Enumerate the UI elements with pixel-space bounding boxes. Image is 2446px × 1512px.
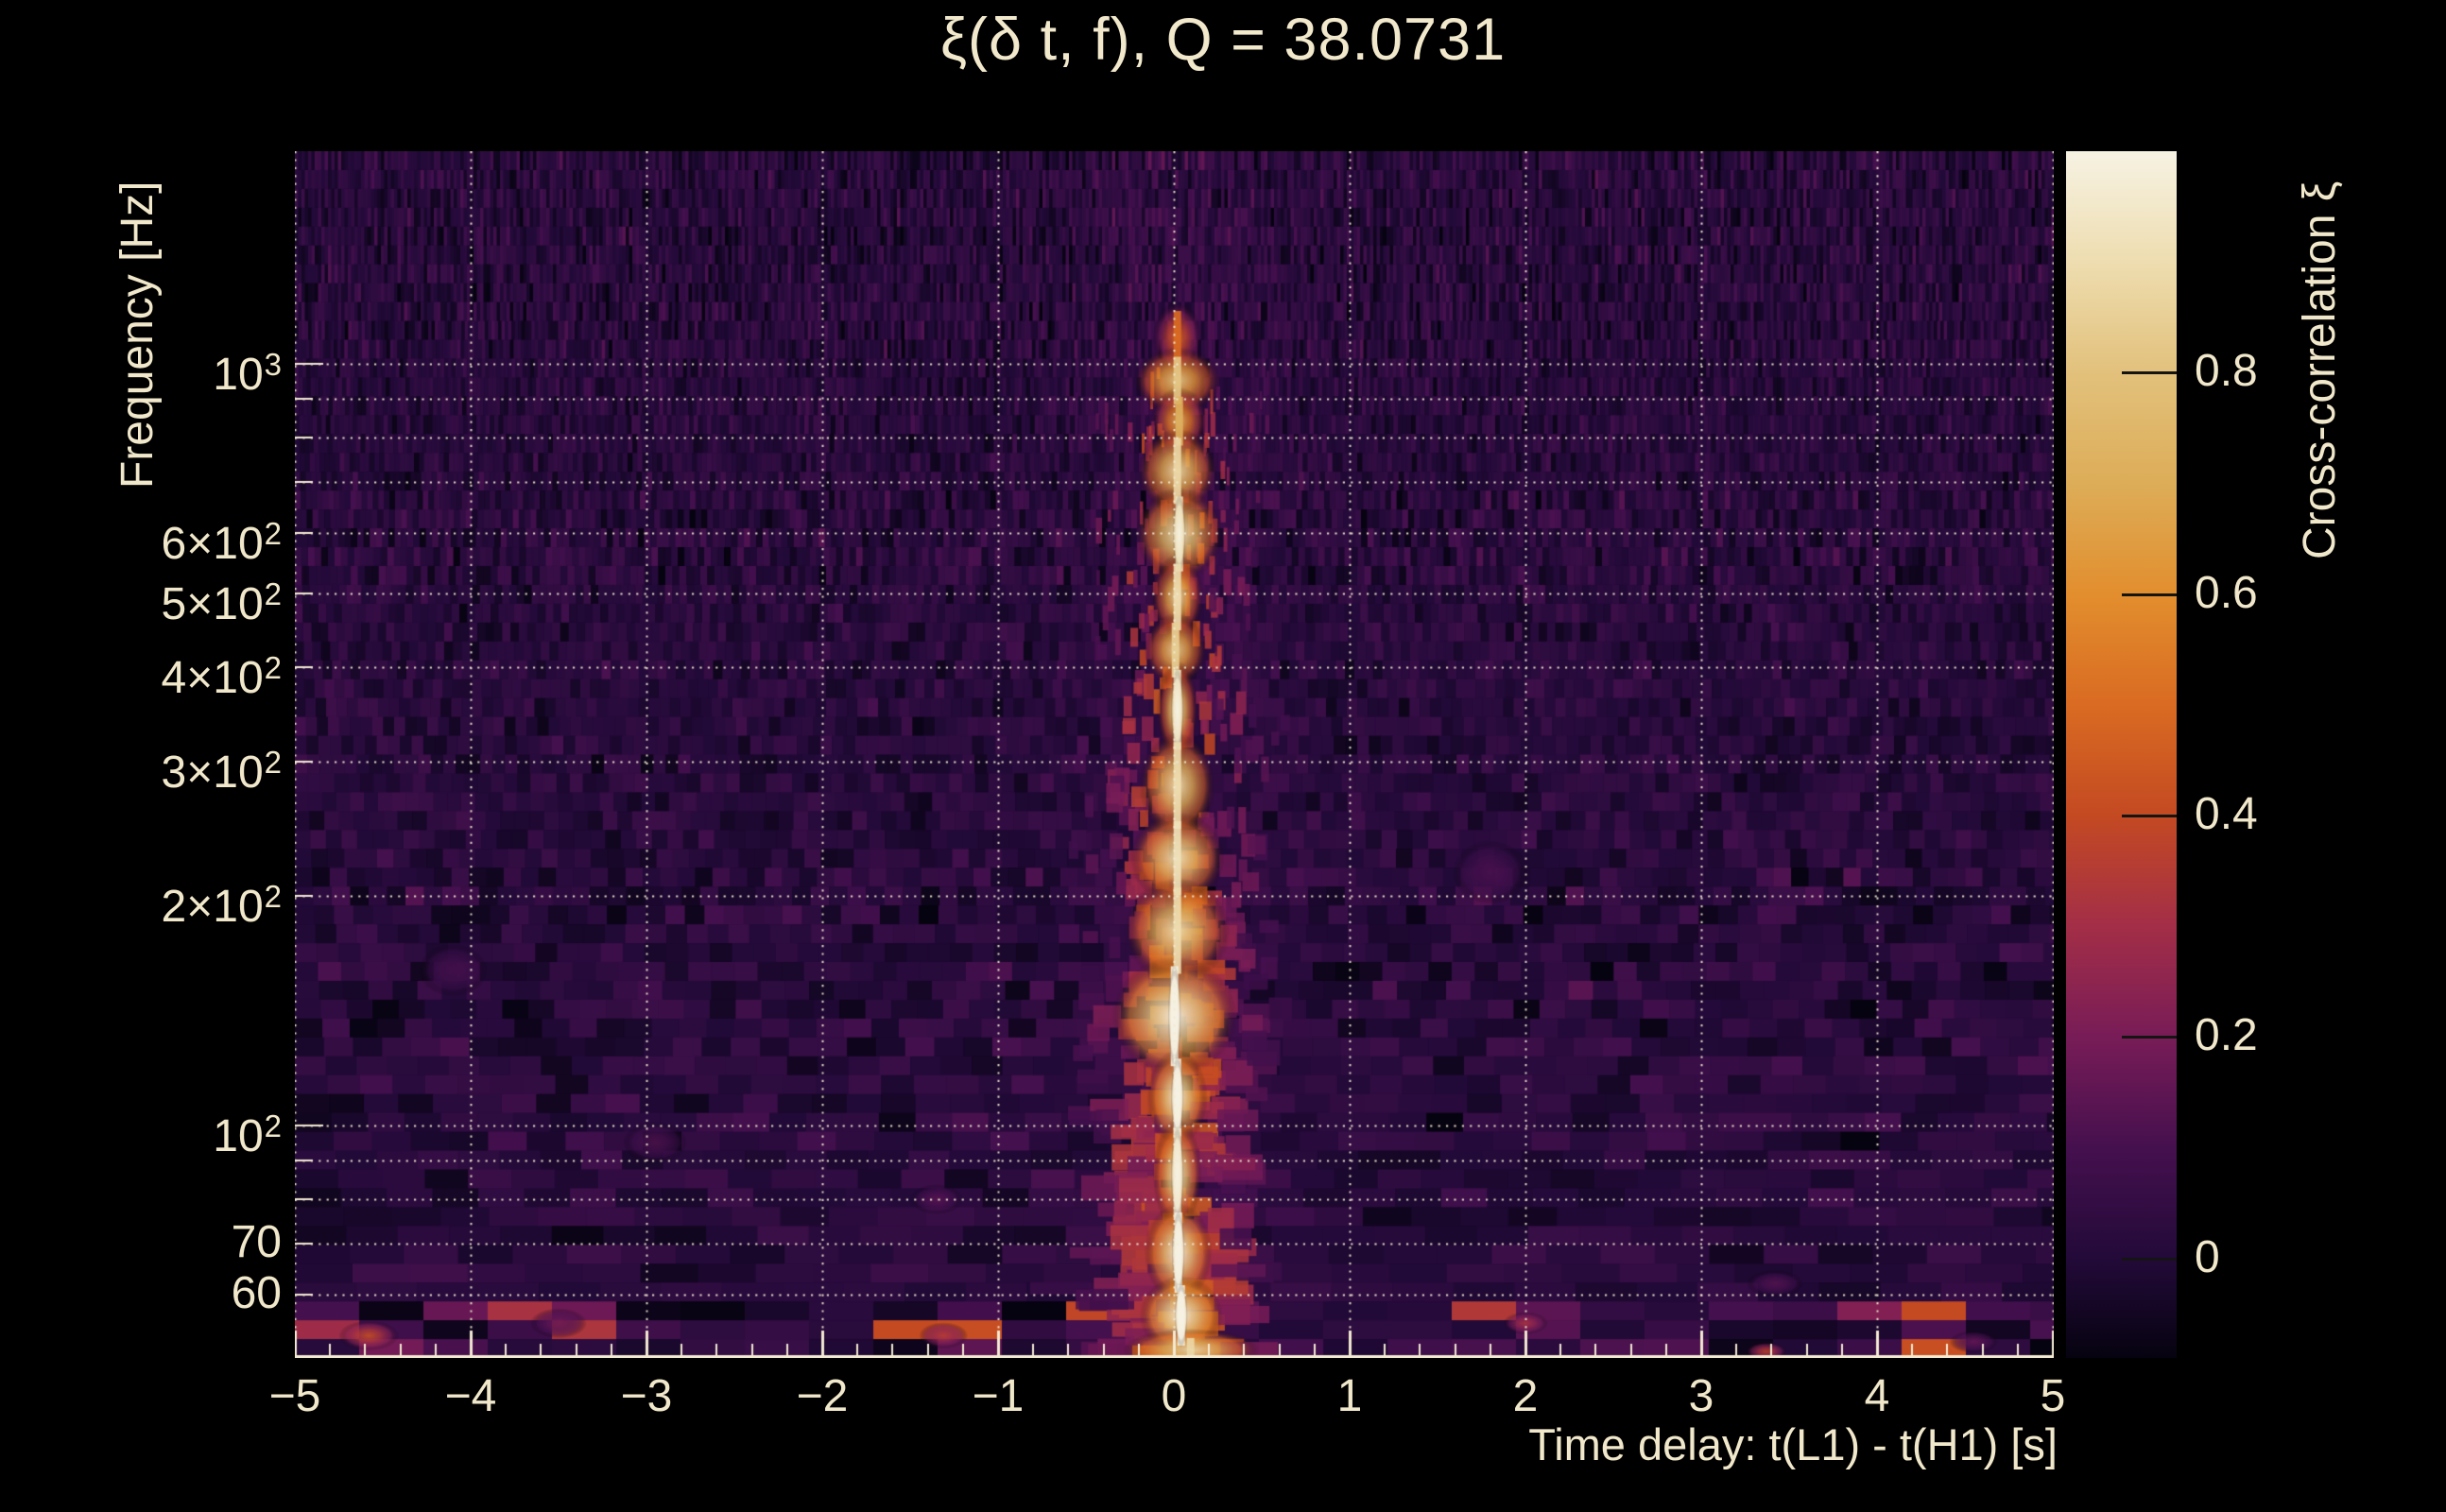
x-tick-label: 0 <box>1161 1371 1187 1421</box>
colorbar-tick-mark <box>2122 371 2177 375</box>
y-axis-title: Frequency [Hz] <box>112 180 163 489</box>
x-tick-label: 2 <box>1512 1371 1539 1421</box>
y-tick-label: 70 <box>231 1216 282 1267</box>
x-tick-label: −5 <box>268 1371 321 1421</box>
colorbar-tick-mark <box>2122 1257 2177 1261</box>
y-tick-label: 2×102 <box>161 879 282 933</box>
colorbar-tick-mark <box>2122 814 2177 817</box>
y-tick-label: 4×102 <box>161 649 282 703</box>
colorbar-tick-label: 0 <box>2195 1231 2220 1282</box>
colorbar-tick-label: 0.2 <box>2195 1010 2258 1061</box>
y-tick-label: 5×102 <box>161 576 282 629</box>
x-tick-label: 3 <box>1688 1371 1714 1421</box>
x-tick-label: −4 <box>444 1371 497 1421</box>
spectrogram-heatmap <box>295 151 2054 1358</box>
x-tick-label: 4 <box>1864 1371 1890 1421</box>
y-tick-label: 102 <box>213 1108 282 1161</box>
y-tick-label: 6×102 <box>161 515 282 569</box>
x-tick-label: 1 <box>1336 1371 1363 1421</box>
x-tick-label: −2 <box>796 1371 849 1421</box>
x-tick-label: −3 <box>620 1371 673 1421</box>
colorbar-tick-label: 0.4 <box>2195 788 2258 839</box>
colorbar-tick-label: 0.6 <box>2195 567 2258 618</box>
colorbar-tick-mark <box>2122 593 2177 596</box>
x-tick-label: −1 <box>972 1371 1025 1421</box>
colorbar-gradient <box>2066 151 2177 1358</box>
x-axis-title: Time delay: t(L1) - t(H1) [s] <box>1528 1419 2058 1469</box>
y-tick-label: 3×102 <box>161 745 282 799</box>
x-tick-label: 5 <box>2040 1371 2066 1421</box>
chart-title: ξ(δ t, f), Q = 38.0731 <box>939 7 1507 73</box>
colorbar-title: Cross-correlation ξ <box>2295 180 2345 559</box>
colorbar-tick-label: 0.8 <box>2195 346 2258 397</box>
colorbar-tick-mark <box>2122 1036 2177 1040</box>
y-tick-label: 60 <box>231 1267 282 1318</box>
y-tick-label: 103 <box>213 347 282 400</box>
